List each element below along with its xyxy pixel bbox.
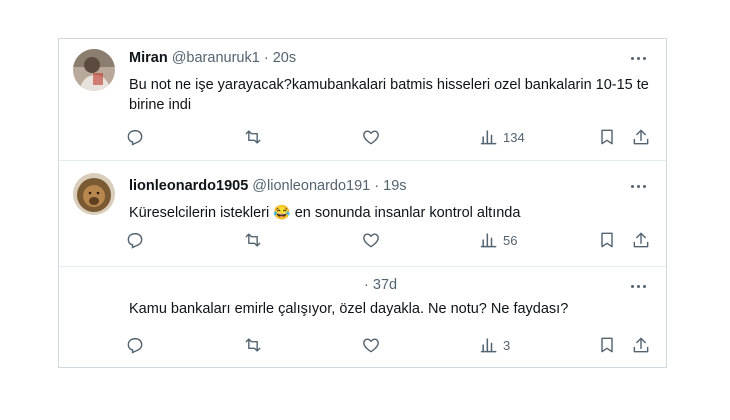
separator-dot: · <box>374 178 380 194</box>
reply-icon <box>127 130 143 146</box>
views-button[interactable]: 3 <box>479 333 510 357</box>
views-count: 3 <box>503 337 511 353</box>
views-count: 134 <box>503 129 525 145</box>
tweet-text: Kamu bankaları emirle çalışıyor, özel da… <box>129 301 569 317</box>
action-bar: 56 <box>121 228 661 252</box>
laughing-emoji-icon: 😂 <box>273 204 291 220</box>
avatar[interactable] <box>73 49 115 91</box>
like-button[interactable] <box>361 333 381 357</box>
separator-dot: · <box>364 277 369 293</box>
views-count: 56 <box>503 232 518 248</box>
retweet-button[interactable] <box>243 125 263 149</box>
more-icon[interactable] <box>628 279 648 293</box>
views-icon <box>480 233 497 248</box>
views-button[interactable]: 56 <box>479 228 517 252</box>
views-icon <box>480 130 497 145</box>
share-icon <box>633 232 649 248</box>
more-icon[interactable] <box>628 179 648 193</box>
share-button[interactable] <box>631 228 651 252</box>
tweet-text: Küreselcilerin istekleri 😂 en sonunda in… <box>129 202 649 223</box>
tweet-3[interactable]: · 37d Kamu bankaları emirle çalışıyor, ö… <box>59 267 666 369</box>
display-name[interactable]: lionleonardo1905 <box>129 178 248 194</box>
reply-icon <box>127 338 143 354</box>
tweet-header: lionleonardo1905 @lionleonardo191 · 19s <box>129 178 407 194</box>
timestamp[interactable]: 37d <box>373 277 397 293</box>
share-icon <box>633 129 649 145</box>
replies-card: Miran @baranuruk1 · 20s Bu not ne işe ya… <box>58 38 667 368</box>
display-name[interactable]: Miran <box>129 50 168 66</box>
tweet-header: Miran @baranuruk1 · 20s <box>129 50 296 66</box>
bookmark-icon <box>601 337 613 353</box>
views-button[interactable]: 134 <box>479 125 525 149</box>
bookmark-button[interactable] <box>597 125 617 149</box>
share-icon <box>633 337 649 353</box>
tweet-header: · 37d <box>364 277 397 293</box>
like-button[interactable] <box>361 125 381 149</box>
tweet-text-start: Küreselcilerin istekleri <box>129 205 270 221</box>
views-icon <box>480 338 497 353</box>
like-button[interactable] <box>361 228 381 252</box>
retweet-icon <box>245 338 261 352</box>
reply-button[interactable] <box>125 228 145 252</box>
reply-button[interactable] <box>125 125 145 149</box>
user-handle[interactable]: @baranuruk1 <box>172 50 260 66</box>
bookmark-icon <box>601 232 613 248</box>
tweet-text: Bu not ne işe yarayacak?kamubankalari ba… <box>129 77 649 113</box>
bookmark-button[interactable] <box>597 333 617 357</box>
reply-icon <box>127 233 143 249</box>
bookmark-icon <box>601 129 613 145</box>
separator-dot: · <box>263 50 269 66</box>
reply-button[interactable] <box>125 333 145 357</box>
user-handle[interactable]: @lionleonardo191 <box>252 178 370 194</box>
timestamp[interactable]: 19s <box>383 178 406 194</box>
retweet-button[interactable] <box>243 333 263 357</box>
avatar[interactable] <box>73 173 115 215</box>
bookmark-button[interactable] <box>597 228 617 252</box>
retweet-icon <box>245 130 261 144</box>
like-icon <box>363 233 379 248</box>
more-icon[interactable] <box>628 51 648 65</box>
tweet-text-end: en sonunda insanlar kontrol altında <box>294 205 521 221</box>
action-bar: 134 <box>121 125 661 149</box>
timestamp[interactable]: 20s <box>273 50 296 66</box>
like-icon <box>363 130 379 145</box>
like-icon <box>363 338 379 353</box>
retweet-icon <box>245 233 261 247</box>
share-button[interactable] <box>631 333 651 357</box>
tweet-1[interactable]: Miran @baranuruk1 · 20s Bu not ne işe ya… <box>59 39 666 159</box>
retweet-button[interactable] <box>243 228 263 252</box>
share-button[interactable] <box>631 125 651 149</box>
tweet-2[interactable]: lionleonardo1905 @lionleonardo191 · 19s … <box>59 161 666 265</box>
action-bar: 3 <box>121 333 661 357</box>
